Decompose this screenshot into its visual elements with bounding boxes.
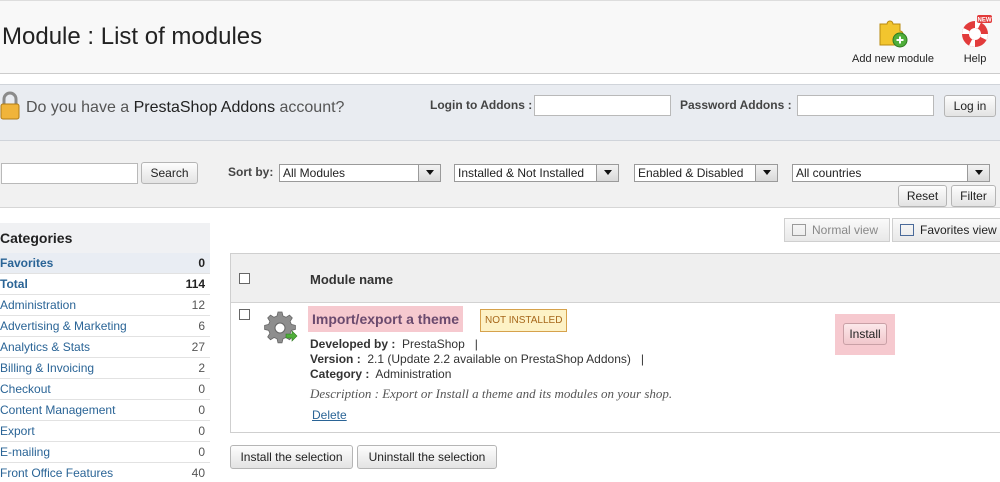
module-name: Import/export a theme [308, 306, 464, 332]
module-table: Module name Import/export a theme NOT IN… [230, 253, 1000, 433]
chevron-down-icon [418, 165, 440, 181]
category-total[interactable]: Total 114 [0, 274, 210, 295]
list-view-icon [792, 224, 806, 236]
module-version: Version : 2.1 (Update 2.2 available on P… [310, 352, 644, 366]
module-type-select[interactable]: All Modules [279, 164, 441, 182]
filter-button[interactable]: Filter [951, 185, 996, 207]
install-highlight: Install [835, 314, 895, 355]
login-button[interactable]: Log in [944, 95, 996, 117]
module-checkbox[interactable] [239, 309, 250, 320]
category-export[interactable]: Export 0 [0, 421, 210, 442]
module-description: Description : Export or Install a theme … [310, 386, 673, 401]
chevron-down-icon [967, 165, 989, 181]
addons-login-input[interactable] [534, 95, 671, 116]
install-status-select[interactable]: Installed & Not Installed [454, 164, 619, 182]
help-button[interactable]: NEW Help [955, 15, 995, 65]
category-front-office-features[interactable]: Front Office Features 40 [0, 463, 210, 482]
install-selection-button[interactable]: Install the selection [230, 445, 353, 469]
category-administration[interactable]: Administration 12 [0, 295, 210, 316]
module-developer: Developed by : PrestaShop | [310, 337, 478, 351]
select-all-checkbox[interactable] [239, 273, 250, 284]
login-label: Login to Addons : [430, 98, 533, 112]
reset-button[interactable]: Reset [898, 185, 947, 207]
favorites-view-button[interactable]: Favorites view [892, 218, 1000, 242]
delete-link[interactable]: Delete [312, 408, 347, 422]
lock-icon [0, 91, 20, 120]
page-title: Module : List of modules [2, 23, 263, 50]
addons-login-bar: Do you have a PrestaShop Addons account?… [0, 84, 1000, 141]
filter-bar: Search Sort by: All Modules Installed & … [0, 141, 1000, 208]
addons-password-input[interactable] [797, 95, 934, 116]
grid-view-icon [900, 224, 914, 236]
category-content-management[interactable]: Content Management 0 [0, 400, 210, 421]
module-table-header: Module name [231, 254, 1000, 303]
category-favorites[interactable]: Favorites 0 [0, 253, 210, 274]
category-analytics-stats[interactable]: Analytics & Stats 27 [0, 337, 210, 358]
gear-icon [264, 311, 298, 344]
addons-brand: PrestaShop Addons [133, 99, 276, 116]
install-button[interactable]: Install [843, 323, 887, 345]
country-select[interactable]: All countries [792, 164, 990, 182]
category-e-mailing[interactable]: E-mailing 0 [0, 442, 210, 463]
categories-title: Categories [0, 223, 210, 253]
module-search-input[interactable] [1, 163, 138, 184]
add-new-module-button[interactable]: Add new module [850, 15, 936, 65]
module-name-column-header: Module name [310, 272, 394, 287]
category-checkout[interactable]: Checkout 0 [0, 379, 210, 400]
lifebuoy-icon: NEW [962, 15, 992, 47]
enabled-status-select[interactable]: Enabled & Disabled [634, 164, 778, 182]
category-billing-invoicing[interactable]: Billing & Invoicing 2 [0, 358, 210, 379]
sort-by-label: Sort by: [228, 165, 274, 179]
search-button[interactable]: Search [141, 162, 198, 184]
page-header: Module : List of modules Add new module … [0, 0, 1000, 74]
puzzle-add-icon [879, 20, 908, 48]
categories-panel: Categories Favorites 0 Total 114 Administr… [0, 223, 210, 482]
addons-question: Do you have a PrestaShop Addons account? [26, 99, 345, 116]
help-label: Help [963, 53, 987, 65]
normal-view-button[interactable]: Normal view [784, 218, 890, 242]
add-new-module-label: Add new module [852, 53, 934, 65]
status-badge: NOT INSTALLED [480, 309, 568, 332]
chevron-down-icon [596, 165, 618, 181]
category-advertising-marketing[interactable]: Advertising & Marketing 6 [0, 316, 210, 337]
password-label: Password Addons : [680, 98, 792, 112]
chevron-down-icon [755, 165, 777, 181]
uninstall-selection-button[interactable]: Uninstall the selection [357, 445, 497, 469]
help-new-badge: NEW [978, 18, 992, 24]
module-category: Category : Administration [310, 367, 452, 381]
